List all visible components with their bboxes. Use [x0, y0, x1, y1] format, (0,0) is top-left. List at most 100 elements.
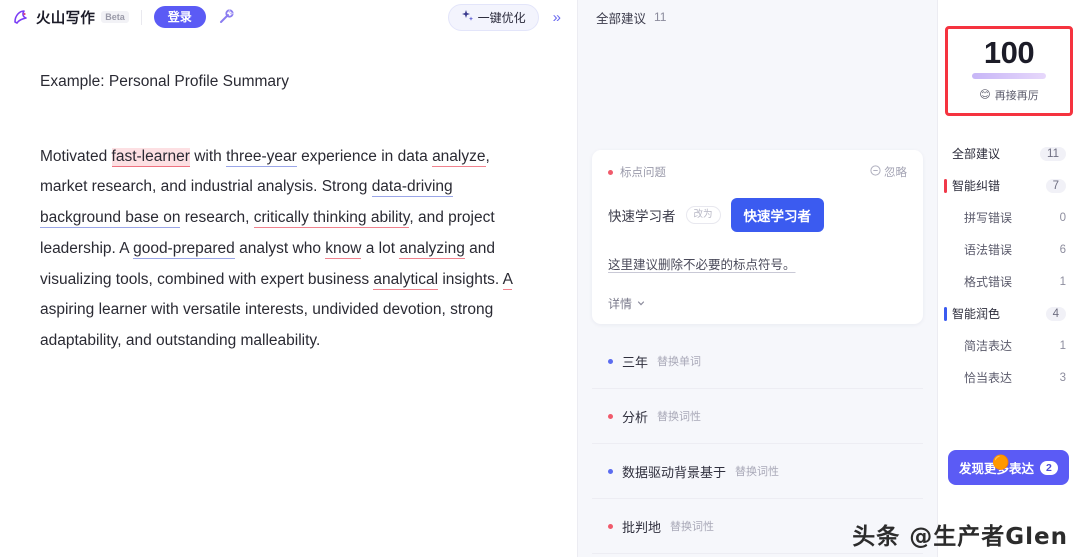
- suggestion-card-header: 标点问题 忽略: [608, 164, 907, 180]
- suggestion-replace-row: 快速学习者 改为 快速学习者: [608, 198, 907, 232]
- editor-pane: 火山写作 Beta 登录 一键优化 » Example: Personal Pr…: [0, 0, 578, 557]
- suggestions-header-label: 全部建议: [596, 11, 647, 26]
- suggestion-row-action: 替换单词: [657, 356, 702, 368]
- volcano-logo-icon: [12, 7, 32, 27]
- document-title: Example: Personal Profile Summary: [40, 73, 289, 90]
- grammar-error-span[interactable]: analytical: [373, 270, 439, 290]
- login-button[interactable]: 登录: [153, 6, 206, 28]
- suggestion-row-word: 数据驱动背景基于: [622, 464, 727, 480]
- suggestion-description: 这里建议删除不必要的标点符号。: [608, 258, 796, 272]
- polish-suggestion-span[interactable]: three-year: [226, 147, 297, 167]
- document-text: experience in data: [296, 147, 433, 165]
- replace-arrow-chip: 改为: [685, 206, 721, 224]
- category-accent-bar: [944, 306, 947, 321]
- category-item-0[interactable]: 全部建议 11: [938, 138, 1080, 170]
- suggestion-dot-icon: [608, 358, 613, 364]
- category-item-6[interactable]: 简洁表达 1: [938, 330, 1080, 362]
- editor-toolbar: 火山写作 Beta 登录 一键优化 »: [0, 0, 577, 34]
- category-item-1[interactable]: 智能纠错 7: [938, 170, 1080, 202]
- suggestion-row[interactable]: 三年 替换单词: [592, 334, 923, 389]
- document-text: insights.: [438, 270, 503, 288]
- score-card: 100 😊 再接再厉: [945, 26, 1073, 116]
- suggestion-row-action: 替换词性: [735, 466, 780, 478]
- grammar-error-span[interactable]: know: [325, 239, 362, 259]
- optimize-label: 一键优化: [477, 10, 526, 25]
- document-text: a lot: [361, 239, 400, 257]
- grammar-error-span[interactable]: critically thinking ability: [253, 209, 410, 229]
- category-name: 语法错误: [964, 243, 1013, 258]
- grammar-error-span[interactable]: analyze: [432, 147, 486, 167]
- original-word: 快速学习者: [608, 209, 676, 224]
- magic-wand-icon[interactable]: [214, 5, 238, 29]
- category-accent-bar: [944, 178, 947, 193]
- category-name: 拼写错误: [964, 211, 1013, 226]
- category-item-3[interactable]: 语法错误 6: [938, 234, 1080, 266]
- right-sidebar: 100 😊 再接再厉 全部建议 11 智能纠错 7 拼写错误 0 语法错误 6 格式错误 1 智能润…: [938, 0, 1080, 557]
- suggestions-pane: 全部建议 11 标点问题 忽略 快速学习者 改为 快速学习者 这里建议删除不必要…: [578, 0, 938, 557]
- category-name: 全部建议: [952, 147, 1001, 162]
- watermark: 头条 @生产者Glen: [852, 524, 1068, 550]
- grammar-error-span[interactable]: A: [502, 270, 513, 290]
- category-name: 简洁表达: [964, 339, 1013, 354]
- document-paragraph[interactable]: Motivated fast-learner with three-year e…: [40, 142, 537, 358]
- apply-replacement-button[interactable]: 快速学习者: [730, 198, 825, 232]
- category-count: 0: [1059, 211, 1066, 224]
- suggestion-detail-toggle[interactable]: 详情: [608, 295, 907, 312]
- score-value: 100: [983, 35, 1035, 70]
- active-error-span[interactable]: fast-learner: [111, 147, 190, 167]
- category-name: 智能润色: [952, 307, 1001, 322]
- document-text: research,: [180, 209, 254, 227]
- document-text: Motivated: [40, 147, 112, 165]
- ignore-button[interactable]: 忽略: [870, 164, 907, 180]
- suggestion-dot-icon: [608, 468, 613, 474]
- polish-suggestion-span[interactable]: good-prepared: [133, 239, 235, 259]
- category-item-7[interactable]: 恰当表达 3: [938, 362, 1080, 394]
- suggestion-card[interactable]: 标点问题 忽略 快速学习者 改为 快速学习者 这里建议删除不必要的标点符号。 详…: [592, 150, 923, 324]
- brand-name: 火山写作: [36, 10, 96, 27]
- ignore-label: 忽略: [884, 167, 907, 179]
- category-count: 4: [1045, 306, 1066, 321]
- category-list: 全部建议 11 智能纠错 7 拼写错误 0 语法错误 6 格式错误 1 智能润色 4 简洁表达 1 恰当表达…: [938, 138, 1080, 394]
- suggestions-list: 标点问题 忽略 快速学习者 改为 快速学习者 这里建议删除不必要的标点符号。 详…: [578, 34, 937, 557]
- suggestion-row-word: 分析: [622, 409, 649, 425]
- category-count: 7: [1045, 178, 1066, 193]
- grammar-error-span[interactable]: analyzing: [399, 239, 465, 259]
- category-count: 3: [1059, 371, 1066, 384]
- toolbar-divider: [140, 9, 142, 25]
- category-item-4[interactable]: 格式错误 1: [938, 266, 1080, 298]
- score-emoji-icon: 😊: [979, 89, 991, 102]
- score-status-label: 再接再厉: [994, 89, 1039, 102]
- brand-logo: 火山写作 Beta: [12, 7, 129, 28]
- suggestions-header: 全部建议 11: [578, 0, 937, 34]
- suggestion-row[interactable]: 数据驱动背景基于 替换词性: [592, 444, 923, 499]
- suggestion-dot-icon: [608, 169, 613, 175]
- category-name: 恰当表达: [964, 371, 1013, 386]
- category-count: 1: [1059, 339, 1066, 352]
- suggestion-type-label: 标点问题: [620, 167, 666, 179]
- discover-emoji-icon: 🟠: [992, 454, 1010, 470]
- suggestion-row-word: 批判地: [622, 519, 662, 535]
- document-text: with: [189, 147, 227, 165]
- document-body[interactable]: Example: Personal Profile Summary Motiva…: [0, 34, 577, 557]
- document-text: aspiring learner with versatile interest…: [40, 301, 494, 350]
- category-count: 6: [1059, 243, 1066, 256]
- one-click-optimize-button[interactable]: 一键优化: [447, 3, 539, 31]
- category-item-5[interactable]: 智能润色 4: [938, 298, 1080, 330]
- category-item-2[interactable]: 拼写错误 0: [938, 202, 1080, 234]
- sparkle-icon: [461, 9, 474, 25]
- discover-count-badge: 2: [1040, 460, 1058, 475]
- suggestion-row[interactable]: 分析 替换词性: [592, 389, 923, 444]
- category-name: 格式错误: [964, 275, 1013, 290]
- category-count: 11: [1040, 146, 1066, 161]
- suggestion-type-tag: 标点问题: [608, 164, 666, 180]
- score-status: 😊 再接再厉: [948, 87, 1070, 103]
- score-underline-decoration: [972, 72, 1046, 79]
- suggestion-row-word: 三年: [622, 354, 649, 370]
- suggestion-dot-icon: [608, 523, 613, 529]
- app-root: 火山写作 Beta 登录 一键优化 » Example: Personal Pr…: [0, 0, 1080, 557]
- beta-badge: Beta: [101, 11, 129, 23]
- suggestion-row-action: 替换词性: [670, 521, 715, 533]
- chevron-down-icon: [636, 297, 646, 311]
- suggestions-header-count: 11: [654, 10, 667, 24]
- collapse-panel-button[interactable]: »: [547, 8, 567, 27]
